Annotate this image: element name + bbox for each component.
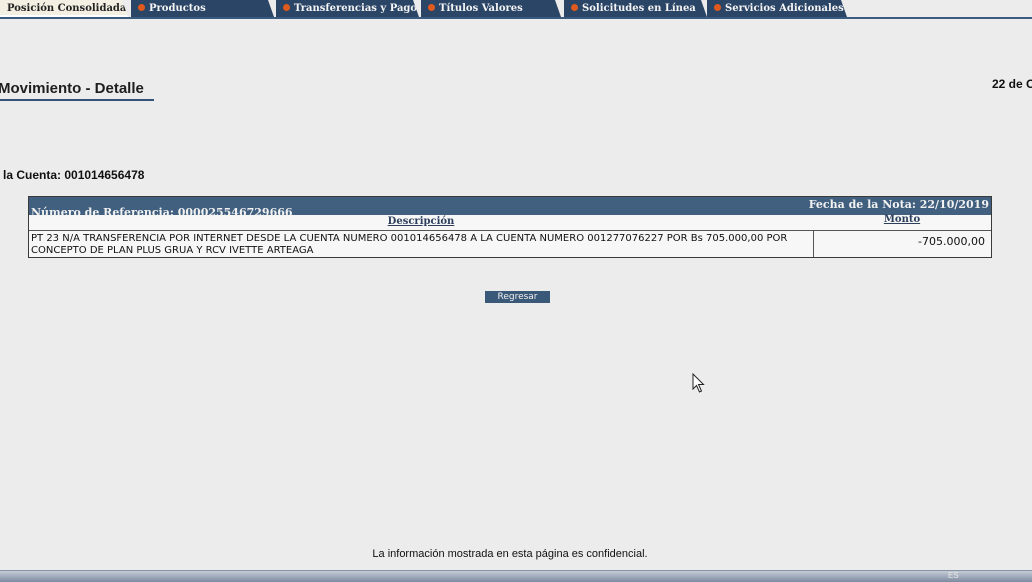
column-headers: Descripción Monto bbox=[29, 214, 991, 229]
tab-label: Solicitudes en Línea bbox=[582, 3, 696, 14]
mouse-pointer-icon bbox=[692, 373, 705, 393]
tab-productos[interactable]: Productos bbox=[131, 0, 274, 17]
column-header-amount: Monto bbox=[883, 214, 921, 225]
cell-divider bbox=[813, 231, 814, 257]
nav-divider bbox=[0, 17, 1032, 19]
bullet-icon bbox=[571, 4, 578, 11]
tab-posicion-consolidada[interactable]: Posición Consolidada bbox=[0, 0, 128, 17]
tab-transferencias-pagos[interactable]: Transferencias y Pagos bbox=[276, 0, 419, 17]
column-header-description: Descripción bbox=[387, 216, 455, 227]
bullet-icon bbox=[138, 4, 145, 11]
description-cell: PT 23 N/A TRANSFERENCIA POR INTERNET DES… bbox=[31, 233, 788, 256]
tab-label: Títulos Valores bbox=[439, 3, 523, 14]
footer-notice: La información mostrada en esta página e… bbox=[372, 548, 648, 560]
account-label: la Cuenta: 001014656478 bbox=[3, 168, 145, 182]
tab-label: Transferencias y Pagos bbox=[294, 3, 419, 14]
tab-servicios-adicionales[interactable]: Servicios Adicionales bbox=[707, 0, 847, 17]
taskbar: ES bbox=[0, 570, 1032, 582]
back-button[interactable]: Regresar bbox=[485, 291, 550, 303]
bullet-icon bbox=[428, 4, 435, 11]
table-row: PT 23 N/A TRANSFERENCIA POR INTERNET DES… bbox=[29, 230, 991, 257]
page-title: Movimiento - Detalle bbox=[0, 80, 154, 101]
tab-label: Posición Consolidada bbox=[7, 3, 127, 14]
tab-label: Servicios Adicionales bbox=[725, 3, 844, 14]
page-date: 22 de O bbox=[992, 77, 1032, 91]
top-nav: Posición Consolidada Productos Transfere… bbox=[0, 0, 1032, 19]
tab-titulos-valores[interactable]: Títulos Valores bbox=[421, 0, 561, 17]
amount-cell: -705.000,00 bbox=[918, 235, 985, 248]
bullet-icon bbox=[714, 4, 721, 11]
note-date: Fecha de la Nota: 22/10/2019 bbox=[808, 198, 989, 211]
bullet-icon bbox=[283, 4, 290, 11]
tab-label: Productos bbox=[149, 3, 206, 14]
movement-detail-table: Número de Referencia: 000025546729666 Fe… bbox=[28, 196, 992, 258]
tab-solicitudes-linea[interactable]: Solicitudes en Línea bbox=[564, 0, 707, 17]
language-indicator[interactable]: ES bbox=[948, 571, 959, 580]
detail-header: Número de Referencia: 000025546729666 Fe… bbox=[29, 197, 991, 218]
confidentiality-footer: La información mostrada en esta página e… bbox=[0, 548, 1032, 560]
